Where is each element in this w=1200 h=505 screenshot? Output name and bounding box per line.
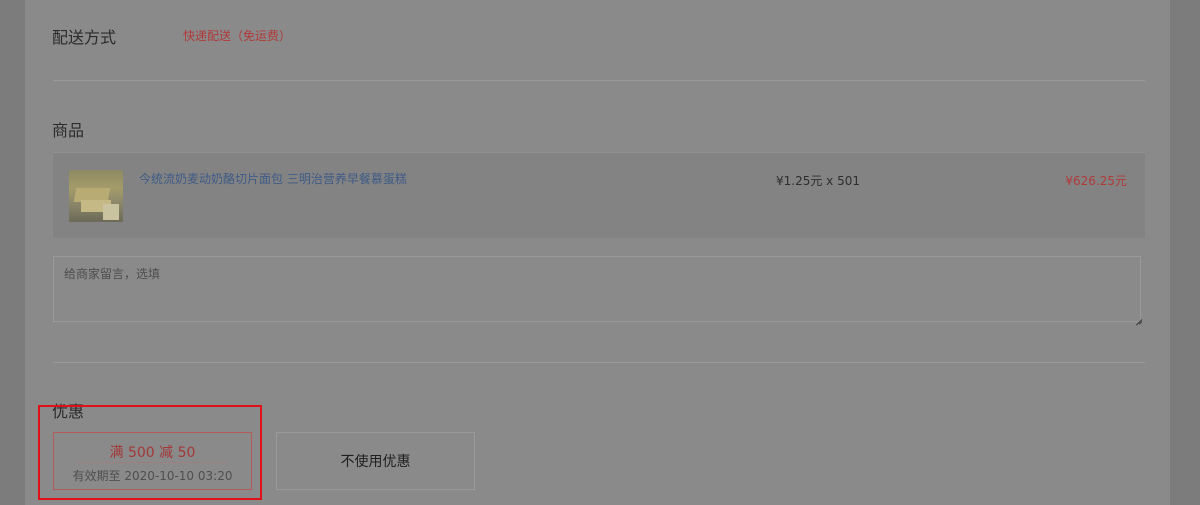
coupon-highlight-frame <box>38 405 262 500</box>
seller-message-field[interactable] <box>53 256 1141 322</box>
product-name-link[interactable]: 今统流奶麦动奶酪切片面包 三明治营养早餐慕蛋糕 <box>139 170 407 187</box>
goods-section-title: 商品 <box>52 121 85 140</box>
product-price-quantity: ¥1.25元 x 501 <box>776 174 860 188</box>
section-divider <box>53 80 1145 81</box>
no-coupon-option[interactable]: 不使用优惠 <box>276 432 475 490</box>
shipping-section-title: 配送方式 <box>52 28 117 47</box>
section-divider <box>53 362 1145 363</box>
shipping-method-value[interactable]: 快递配送（免运费） <box>183 27 291 44</box>
textarea-resize-handle[interactable] <box>1134 314 1142 322</box>
product-subtotal: ¥626.25元 <box>1065 174 1127 188</box>
goods-row: 今统流奶麦动奶酪切片面包 三明治营养早餐慕蛋糕 ¥1.25元 x 501 ¥62… <box>53 152 1145 238</box>
product-thumbnail-image[interactable] <box>69 170 123 222</box>
